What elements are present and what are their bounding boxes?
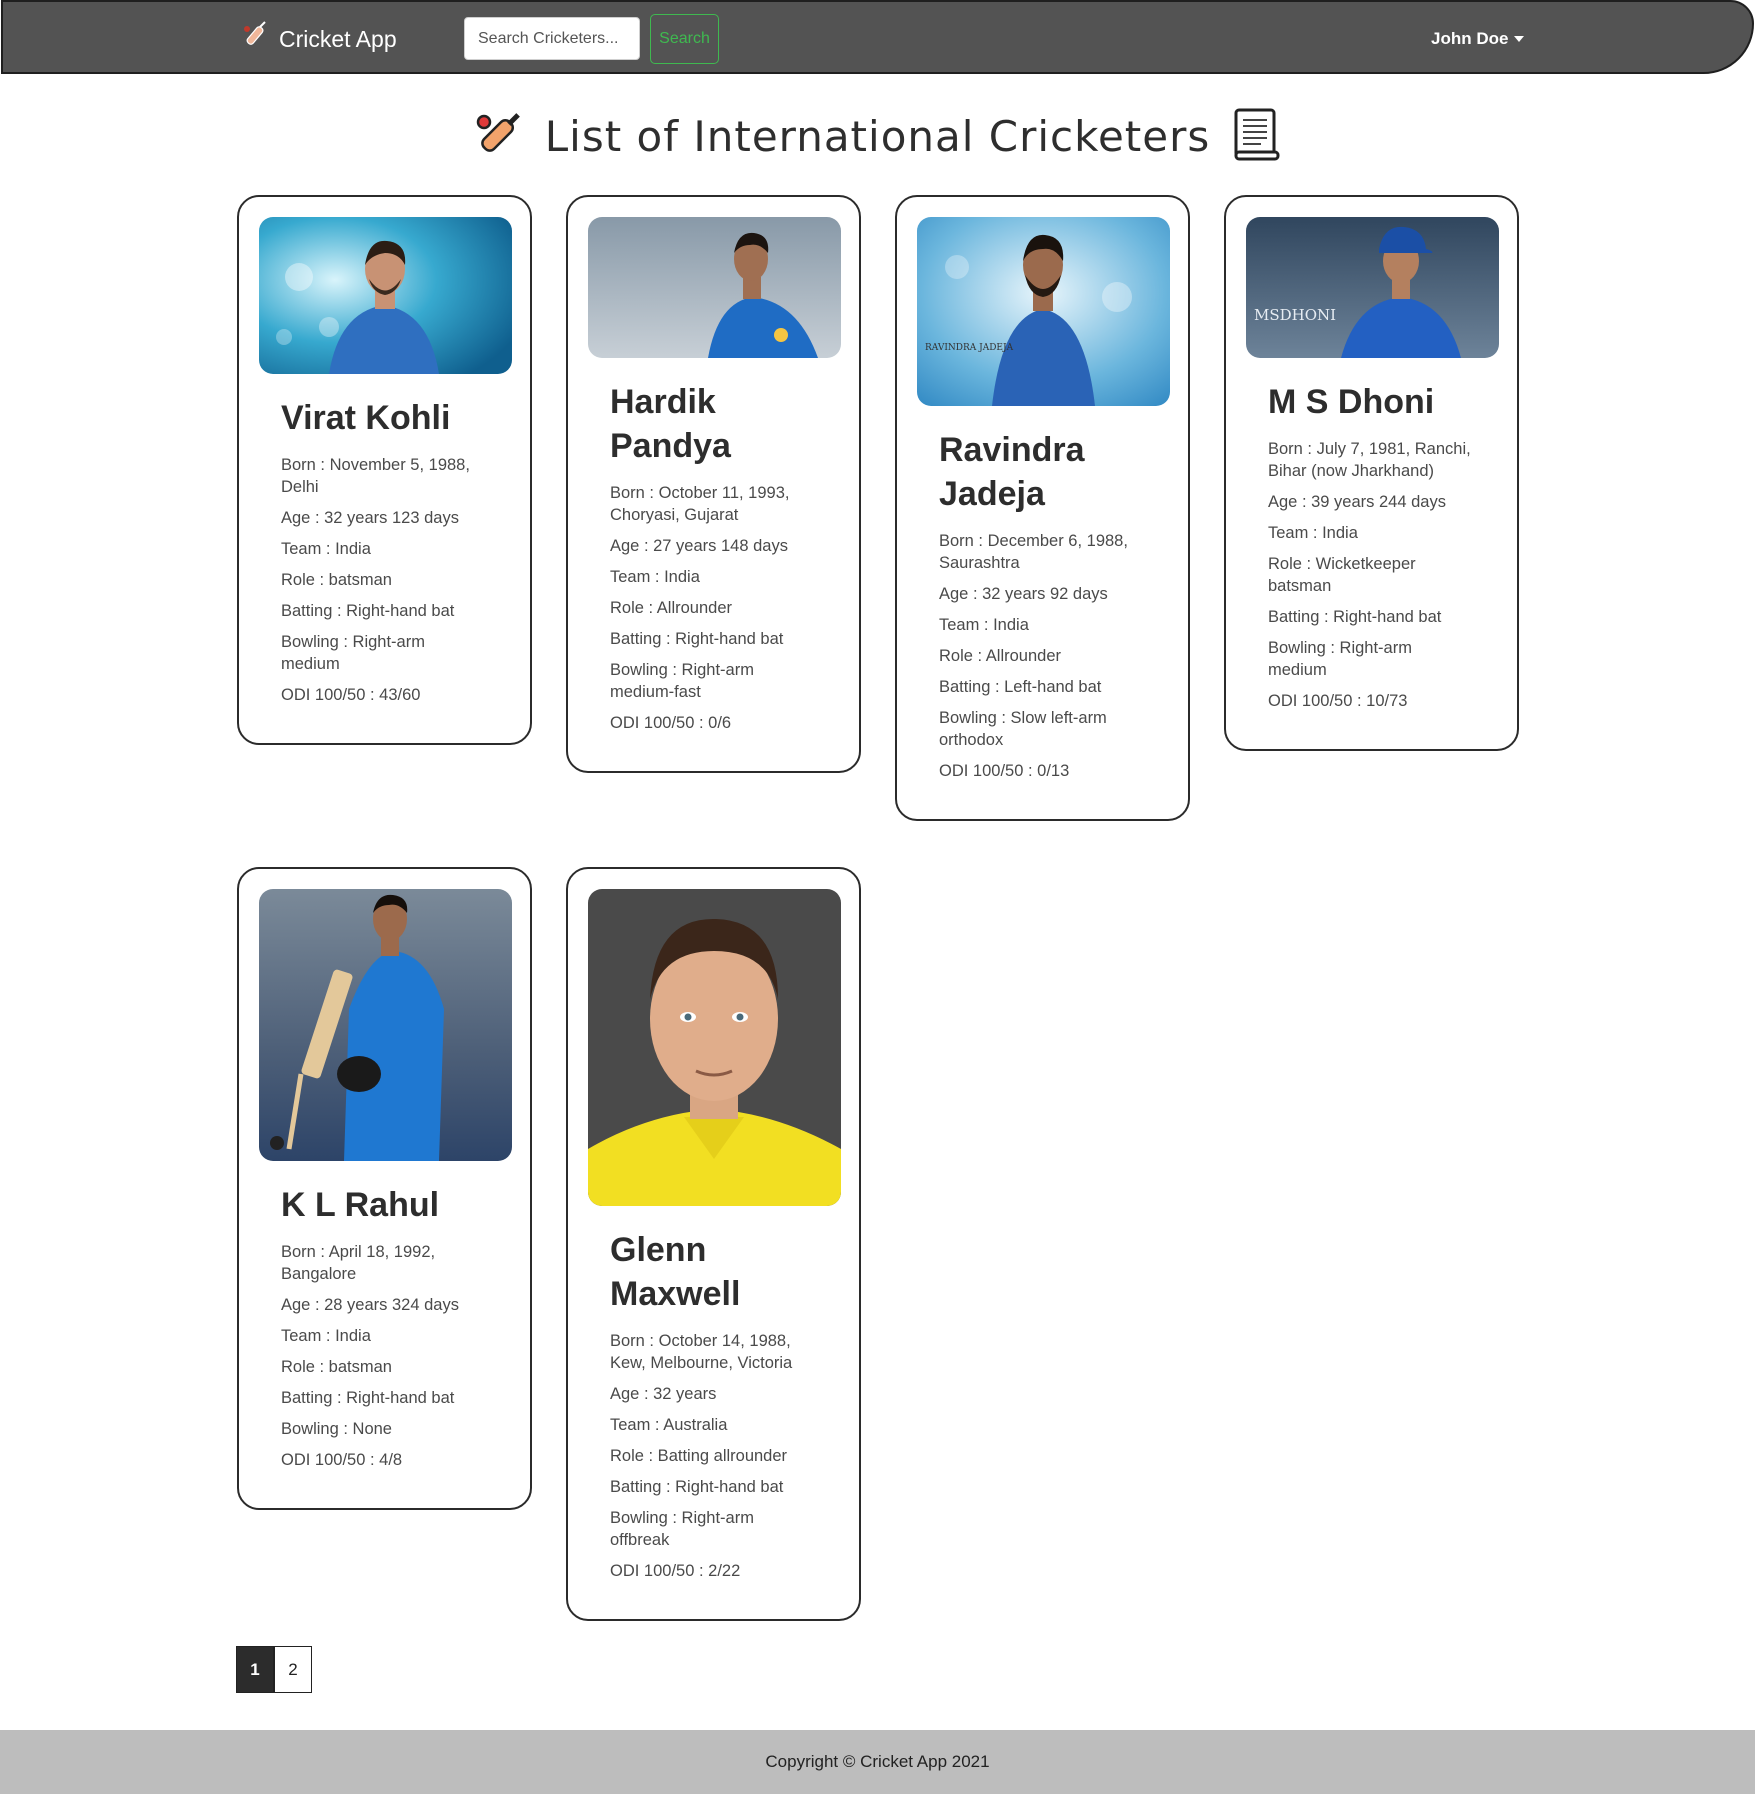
player-card[interactable]: RAVINDRA JADEJA Ravindra Jadeja Born : D…: [895, 195, 1190, 821]
card-body: K L Rahul Born : April 18, 1992, Bangalo…: [259, 1161, 510, 1471]
player-born: Born : July 7, 1981, Ranchi, Bihar (now …: [1268, 440, 1471, 480]
player-name: K L Rahul: [281, 1186, 440, 1224]
player-photo: MSDHONI: [1246, 217, 1499, 358]
page-title: List of International Cricketers: [544, 111, 1211, 161]
page-link-1[interactable]: 1: [236, 1646, 274, 1693]
player-role: Role : Allrounder: [610, 599, 732, 617]
player-odi: ODI 100/50 : 0/6: [610, 714, 732, 732]
photo-caption: MSDHONI: [1254, 306, 1336, 324]
player-bowling: Bowling : Slow left-arm orthodox: [939, 709, 1107, 749]
player-card[interactable]: Glenn Maxwell Born : October 14, 1988, K…: [566, 867, 861, 1621]
player-bowling: Bowling : None: [281, 1420, 392, 1438]
player-team: Team : India: [1268, 524, 1358, 542]
player-role: Role : Batting allrounder: [610, 1447, 788, 1465]
player-team: Team : India: [281, 1327, 371, 1345]
player-team: Team : Australia: [610, 1416, 728, 1434]
player-name: Ravindra Jadeja: [939, 431, 1085, 513]
player-batting: Batting : Right-hand bat: [281, 602, 455, 620]
player-role: Role : batsman: [281, 571, 392, 589]
player-odi: ODI 100/50 : 10/73: [1268, 692, 1408, 710]
player-age: Age : 32 years 92 days: [939, 585, 1108, 603]
brand-link[interactable]: Cricket App: [239, 21, 397, 57]
scroll-document-icon: [1228, 106, 1284, 167]
player-name: Virat Kohli: [281, 399, 451, 437]
player-age: Age : 32 years 123 days: [281, 509, 459, 527]
player-bowling: Bowling : Right-arm medium: [1268, 639, 1412, 679]
player-batting: Batting : Right-hand bat: [610, 630, 784, 648]
page-heading: List of International Cricketers: [0, 106, 1755, 166]
player-team: Team : India: [610, 568, 700, 586]
pagination: 1 2: [236, 1646, 312, 1693]
player-role: Role : Allrounder: [939, 647, 1061, 665]
player-card[interactable]: K L Rahul Born : April 18, 1992, Bangalo…: [237, 867, 532, 1510]
copyright-text: Copyright © Cricket App 2021: [765, 1752, 990, 1771]
card-body: M S Dhoni Born : July 7, 1981, Ranchi, B…: [1246, 358, 1497, 712]
footer: Copyright © Cricket App 2021: [0, 1730, 1755, 1794]
player-role: Role : batsman: [281, 1358, 392, 1376]
cricket-bat-icon: [239, 21, 269, 57]
player-photo: [588, 889, 841, 1206]
user-dropdown[interactable]: John Doe: [1431, 26, 1525, 52]
player-born: Born : November 5, 1988, Delhi: [281, 456, 470, 496]
page-link-2[interactable]: 2: [274, 1646, 312, 1693]
card-body: Glenn Maxwell Born : October 14, 1988, K…: [588, 1206, 839, 1582]
player-name: Glenn Maxwell: [610, 1231, 741, 1313]
player-bowling: Bowling : Right-arm medium-fast: [610, 661, 754, 701]
player-batting: Batting : Right-hand bat: [610, 1478, 784, 1496]
player-odi: ODI 100/50 : 0/13: [939, 762, 1070, 780]
player-photo: [259, 889, 512, 1161]
player-age: Age : 28 years 324 days: [281, 1296, 459, 1314]
cricket-bat-icon: [471, 106, 527, 167]
player-odi: ODI 100/50 : 43/60: [281, 686, 421, 704]
player-role: Role : Wicketkeeper batsman: [1268, 555, 1416, 595]
player-age: Age : 39 years 244 days: [1268, 493, 1446, 511]
player-born: Born : April 18, 1992, Bangalore: [281, 1243, 436, 1283]
player-odi: ODI 100/50 : 4/8: [281, 1451, 403, 1469]
player-bowling: Bowling : Right-arm offbreak: [610, 1509, 754, 1549]
player-team: Team : India: [281, 540, 371, 558]
player-born: Born : October 11, 1993, Choryasi, Gujar…: [610, 484, 790, 524]
player-name: Hardik Pandya: [610, 383, 731, 465]
player-age: Age : 27 years 148 days: [610, 537, 788, 555]
search-button[interactable]: Search: [650, 14, 719, 64]
player-batting: Batting : Right-hand bat: [1268, 608, 1442, 626]
player-born: Born : October 14, 1988, Kew, Melbourne,…: [610, 1332, 793, 1372]
photo-caption: RAVINDRA JADEJA: [925, 343, 1014, 353]
player-batting: Batting : Right-hand bat: [281, 1389, 455, 1407]
brand-name: Cricket App: [279, 25, 397, 52]
player-team: Team : India: [939, 616, 1029, 634]
player-name: M S Dhoni: [1268, 383, 1435, 421]
player-batting: Batting : Left-hand bat: [939, 678, 1102, 696]
player-card[interactable]: MSDHONI M S Dhoni Born : July 7, 1981, R…: [1224, 195, 1519, 751]
player-card[interactable]: Virat Kohli Born : November 5, 1988, Del…: [237, 195, 532, 745]
user-name: John Doe: [1431, 29, 1509, 48]
card-body: Hardik Pandya Born : October 11, 1993, C…: [588, 358, 839, 734]
caret-down-icon: [1514, 36, 1525, 42]
player-photo: [259, 217, 512, 374]
player-odi: ODI 100/50 : 2/22: [610, 1562, 741, 1580]
player-photo: RAVINDRA JADEJA: [917, 217, 1170, 406]
search-input[interactable]: [464, 17, 640, 60]
player-card[interactable]: Hardik Pandya Born : October 11, 1993, C…: [566, 195, 861, 773]
player-bowling: Bowling : Right-arm medium: [281, 633, 425, 673]
player-born: Born : December 6, 1988, Saurashtra: [939, 532, 1128, 572]
navbar: Cricket App Search John Doe: [1, 0, 1754, 74]
player-age: Age : 32 years: [610, 1385, 717, 1403]
player-photo: [588, 217, 841, 358]
card-body: Virat Kohli Born : November 5, 1988, Del…: [259, 374, 510, 706]
card-body: Ravindra Jadeja Born : December 6, 1988,…: [917, 406, 1168, 782]
